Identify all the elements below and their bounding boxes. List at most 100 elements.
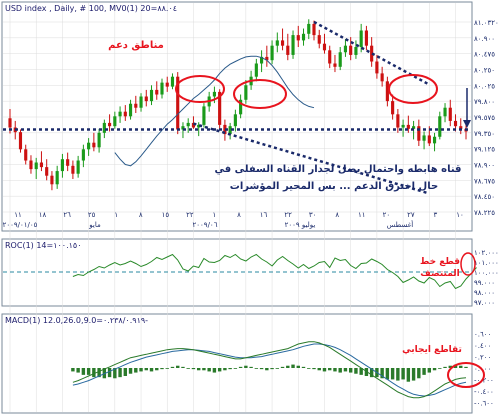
candle-down-body [333, 63, 337, 67]
x-tick-label: ١٦ [260, 211, 268, 219]
macd-histogram-bar [196, 368, 201, 371]
macd-histogram-bar [118, 368, 122, 378]
macd-histogram-bar [149, 368, 154, 372]
candle-down-body [18, 132, 23, 150]
candle-down-body [375, 61, 379, 74]
candle-down-body [165, 82, 169, 87]
macd-histogram-bar [244, 365, 248, 368]
candle-up-body [359, 30, 363, 47]
candle-up-body [118, 111, 122, 117]
candle-up-body [212, 91, 216, 97]
candle-down-body [453, 120, 458, 127]
roc-y-tick-label: ١٠١.٠٠٠ [474, 259, 499, 267]
roc-note-line2: المنتصف [420, 269, 459, 279]
macd-panel-title: MACD(1) 12.0,26.0,9.0=٠.٢٣٨/٠.٩١٩- [5, 316, 148, 325]
macd-histogram-bar [76, 368, 80, 373]
macd-histogram-bar [81, 368, 86, 375]
macd-histogram-bar [228, 368, 232, 370]
price-y-tick-label: ٨٠.٢٥٠ [474, 67, 495, 75]
macd-panel-frame [1, 313, 473, 414]
candle-up-body [76, 160, 80, 174]
price-y-tick-label: ٧٩.١٢٥ [474, 146, 495, 154]
candle-down-body [396, 114, 400, 128]
x-tick-label: ٢٦ [63, 211, 71, 219]
macd-histogram-bar [71, 368, 75, 372]
x-tick-label: ١٨ [39, 211, 47, 219]
macd-histogram-bar [233, 368, 238, 369]
macd-histogram-bar [432, 368, 437, 371]
roc-y-tick-label: ٩٨.٠٠٠ [474, 289, 495, 297]
macd-histogram-bar [238, 366, 243, 368]
macd-histogram-bar [165, 368, 169, 369]
macd-histogram-bar [317, 368, 321, 371]
macd-histogram-bar [170, 366, 175, 368]
macd-histogram-bar [144, 368, 148, 371]
candle-up-body [60, 159, 64, 172]
candle-down-body [24, 149, 28, 161]
macd-histogram-bar [191, 368, 196, 370]
candle-down-body [71, 165, 75, 174]
candle-down-body [328, 50, 332, 64]
candle-down-body [50, 175, 54, 185]
macd-histogram-bar [328, 368, 332, 371]
x-tick-label: ٢٥ [88, 211, 96, 219]
x-group-label: أغسطس [387, 220, 414, 229]
candle-down-body [45, 167, 49, 176]
macd-histogram-bar [259, 368, 264, 370]
macd-histogram-bar [296, 365, 300, 368]
macd-histogram-bar [270, 368, 274, 370]
roc-y-tick-label: ٩٩.٠٠٠ [474, 279, 495, 287]
x-group-label: ٢٠٠٩/٠١/٠٥ [3, 221, 38, 229]
macd-histogram-bar [254, 368, 259, 369]
candle-down-body [349, 45, 353, 55]
macd-histogram-bar [123, 368, 128, 376]
x-tick-label: ٣ [434, 211, 438, 219]
macd-histogram-bar [385, 368, 390, 380]
price-panel-frame [1, 1, 473, 232]
macd-histogram-bar [464, 366, 468, 368]
candle-up-body [338, 52, 342, 67]
candle-down-body [108, 122, 112, 127]
candle-down-body [391, 101, 395, 115]
macd-histogram-bar [396, 368, 400, 381]
x-group-label: مايو [88, 221, 101, 229]
candle-up-body [186, 122, 190, 127]
price-y-tick-label: ٧٨.٩٠٠ [474, 162, 495, 170]
macd-y-tick-label: -٠.٦٠٠ [474, 399, 494, 407]
macd-histogram-bar [207, 368, 211, 372]
macd-y-tick-label: ٠.٢٠٠ [474, 354, 491, 362]
macd-histogram-bar [411, 368, 416, 381]
x-tick-label: ١١ [14, 211, 22, 219]
candle-up-body [160, 82, 164, 95]
macd-histogram-bar [286, 365, 290, 368]
x-tick-label: ١٠ [456, 211, 464, 219]
macd-histogram-bar [223, 368, 227, 371]
x-tick-label: ١ [213, 211, 217, 219]
macd-y-tick-label: -٠.٤٠٠ [474, 388, 494, 396]
macd-histogram-bar [202, 368, 206, 371]
macd-y-tick-label: ٠.٤٠٠ [474, 342, 491, 350]
candle-down-body [364, 30, 368, 46]
candle-up-body [401, 124, 405, 128]
candle-up-body [149, 89, 154, 102]
candle-up-body [422, 135, 426, 141]
candle-down-body [427, 135, 431, 144]
macd-histogram-bar [139, 368, 143, 372]
x-group-label: ٢٠٠٩/٠٦ [193, 221, 218, 229]
macd-histogram-bar [322, 368, 327, 372]
x-group-label: يوليو ٢٠٠٩ [285, 221, 316, 229]
candle-up-body [291, 35, 295, 55]
candle-up-body [438, 116, 442, 137]
x-tick-label: ٢٢ [186, 211, 194, 219]
candle-up-body [128, 103, 133, 117]
candle-down-body [296, 35, 300, 41]
macd-histogram-bar [459, 365, 463, 368]
candle-up-body [97, 132, 101, 148]
candle-up-body [233, 114, 237, 127]
candle-up-body [87, 142, 91, 150]
macd-y-tick-label: ٠.٦٠٠ [474, 331, 491, 339]
roc-y-tick-label: ١٠٠.٠٠٠ [474, 269, 499, 277]
candle-up-body [244, 85, 248, 100]
macd-histogram-bar [417, 368, 421, 379]
chart-canvas: ٨١.٠٣٢٠ ٨٠.٩٠٠ ٨٠.٤٧٥ ٨٠.٢٥٠ ٨٠.٠٢٥ ٧٩.٨٠٠ ٧٩.… [0, 0, 500, 416]
